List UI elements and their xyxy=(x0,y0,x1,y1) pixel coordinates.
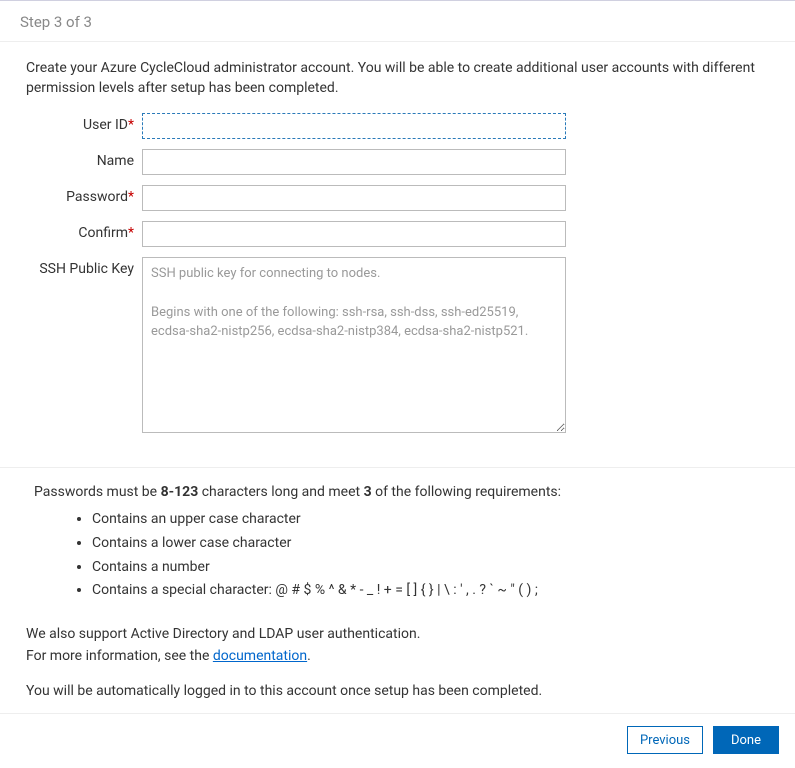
confirm-label: Confirm* xyxy=(26,221,142,241)
auth-info: We also support Active Directory and LDA… xyxy=(0,620,795,683)
user-id-row: User ID* xyxy=(26,113,769,139)
required-marker: * xyxy=(128,225,134,241)
password-input[interactable] xyxy=(142,185,566,211)
documentation-link[interactable]: documentation xyxy=(213,648,307,664)
required-marker: * xyxy=(128,117,134,133)
name-label: Name xyxy=(26,149,142,169)
name-input[interactable] xyxy=(142,149,566,175)
step-text: Step 3 of 3 xyxy=(20,13,92,31)
auto-login-text: You will be automatically logged in to t… xyxy=(0,683,795,713)
user-id-label: User ID* xyxy=(26,113,142,133)
password-rules-list: Contains an upper case character Contain… xyxy=(92,509,761,602)
ssh-key-row: SSH Public Key xyxy=(26,257,769,433)
password-rule-item: Contains a number xyxy=(92,557,761,579)
done-button[interactable]: Done xyxy=(713,726,779,754)
password-rules-intro: Passwords must be 8-123 characters long … xyxy=(34,482,761,504)
user-id-input[interactable] xyxy=(142,113,566,139)
step-header: Step 3 of 3 xyxy=(0,1,795,42)
name-row: Name xyxy=(26,149,769,175)
auth-info-line1: We also support Active Directory and LDA… xyxy=(26,624,769,646)
confirm-row: Confirm* xyxy=(26,221,769,247)
password-rule-item: Contains a special character: @ # $ % ^ … xyxy=(92,580,761,602)
previous-button[interactable]: Previous xyxy=(627,726,703,754)
password-rule-item: Contains an upper case character xyxy=(92,509,761,531)
required-marker: * xyxy=(128,189,134,205)
auth-info-line2: For more information, see the documentat… xyxy=(26,646,769,668)
password-rule-item: Contains a lower case character xyxy=(92,533,761,555)
confirm-input[interactable] xyxy=(142,221,566,247)
ssh-key-label: SSH Public Key xyxy=(26,257,142,277)
password-row: Password* xyxy=(26,185,769,211)
ssh-key-textarea[interactable] xyxy=(142,257,566,433)
intro-text: Create your Azure CycleCloud administrat… xyxy=(0,42,795,113)
password-rules: Passwords must be 8-123 characters long … xyxy=(0,468,795,620)
footer-buttons: Previous Done xyxy=(0,713,795,768)
password-label: Password* xyxy=(26,185,142,205)
form-area: User ID* Name Password* Confirm* SSH Pub… xyxy=(0,113,795,461)
